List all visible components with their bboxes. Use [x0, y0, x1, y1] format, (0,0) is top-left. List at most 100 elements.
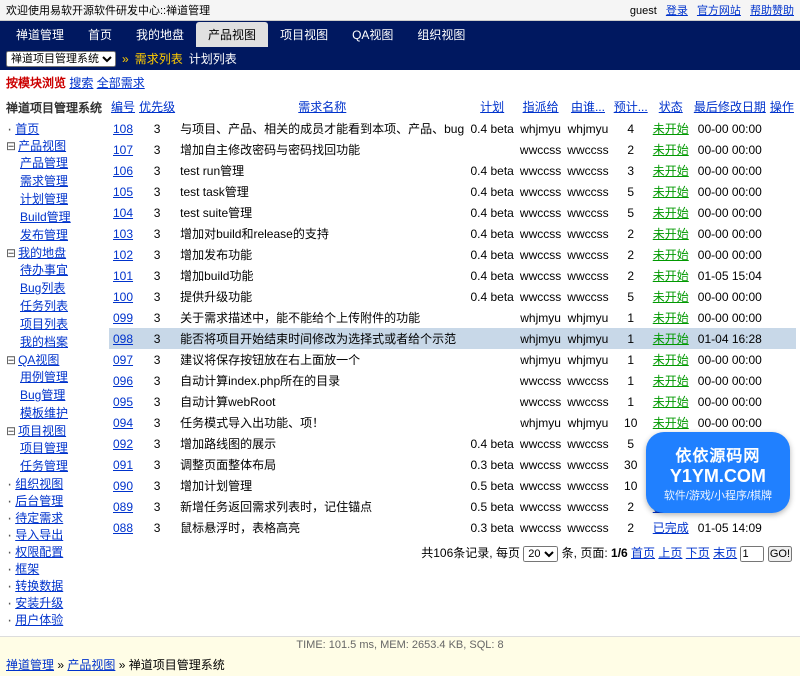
- tree-toggle-icon[interactable]: ·: [6, 495, 13, 509]
- nav-tab-3[interactable]: 产品视图: [196, 22, 268, 47]
- table-row[interactable]: 0973建议将保存按钮放在右上面放一个whjmyuwhjmyu1未开始00-00…: [109, 349, 796, 370]
- side-group-8[interactable]: 导入导出: [15, 528, 63, 542]
- last-page[interactable]: 末页: [713, 546, 737, 560]
- go-button[interactable]: [768, 546, 792, 562]
- tree-toggle-icon[interactable]: ·: [6, 529, 13, 543]
- row-status[interactable]: 未开始: [653, 353, 689, 367]
- row-id[interactable]: 090: [113, 479, 133, 493]
- row-id[interactable]: 092: [113, 437, 133, 451]
- table-row[interactable]: 0993关于需求描述中，能不能给个上传附件的功能whjmyuwhjmyu1未开始…: [109, 307, 796, 328]
- row-title[interactable]: 调整页面整体布局: [177, 454, 467, 475]
- row-status[interactable]: 未开始: [653, 206, 689, 220]
- row-status[interactable]: 未开始: [653, 290, 689, 304]
- row-title[interactable]: 关于需求描述中，能不能给个上传附件的功能: [177, 307, 467, 328]
- row-id[interactable]: 107: [113, 143, 133, 157]
- row-status[interactable]: 未开始: [653, 143, 689, 157]
- col-header-3[interactable]: 计划: [467, 95, 516, 118]
- tree-toggle-icon[interactable]: ·: [6, 546, 13, 560]
- table-row[interactable]: 1043test suite管理0.4 betawwccsswwccss5未开始…: [109, 202, 796, 223]
- row-id[interactable]: 094: [113, 416, 133, 430]
- crumb-2[interactable]: 产品视图: [67, 658, 115, 672]
- table-row[interactable]: 1083与项目、产品、相关的成员才能看到本项、产品、bug0.4 betawhj…: [109, 118, 796, 139]
- row-title[interactable]: 鼠标悬浮时，表格高亮: [177, 517, 467, 538]
- all-link[interactable]: 全部需求: [97, 76, 145, 90]
- row-title[interactable]: 增加路线图的展示: [177, 433, 467, 454]
- side-group-2[interactable]: 我的地盘: [18, 246, 66, 260]
- table-row[interactable]: 0913调整页面整体布局0.3 betawwccsswwccss30已完成01-…: [109, 454, 796, 475]
- subnav-requirements[interactable]: 需求列表: [135, 50, 183, 67]
- row-title[interactable]: 增加build功能: [177, 265, 467, 286]
- table-row[interactable]: 0963自动计算index.php所在的目录wwccsswwccss1未开始00…: [109, 370, 796, 391]
- row-id[interactable]: 106: [113, 164, 133, 178]
- table-row[interactable]: 0953自动计算webRootwwccsswwccss1未开始00-00 00:…: [109, 391, 796, 412]
- side-group-13[interactable]: 用户体验: [15, 613, 63, 627]
- col-header-0[interactable]: 编号: [109, 95, 137, 118]
- row-status[interactable]: 未开始: [653, 185, 689, 199]
- row-status[interactable]: 未开始: [653, 227, 689, 241]
- row-id[interactable]: 099: [113, 311, 133, 325]
- side-group-9[interactable]: 权限配置: [15, 545, 63, 559]
- col-header-5[interactable]: 由谁...: [564, 95, 611, 118]
- row-id[interactable]: 101: [113, 269, 133, 283]
- side-item-2-3[interactable]: 项目列表: [20, 317, 68, 331]
- side-group-10[interactable]: 框架: [15, 562, 39, 576]
- row-status[interactable]: 未开始: [653, 395, 689, 409]
- side-item-4-1[interactable]: 任务管理: [20, 459, 68, 473]
- side-item-1-3[interactable]: Build管理: [20, 210, 71, 224]
- tree-toggle-icon[interactable]: ⊟: [6, 247, 16, 261]
- nav-tab-4[interactable]: 项目视图: [268, 22, 340, 47]
- row-title[interactable]: test suite管理: [177, 202, 467, 223]
- side-group-11[interactable]: 转换数据: [15, 579, 63, 593]
- side-item-3-2[interactable]: 模板维护: [20, 406, 68, 420]
- table-row[interactable]: 1033增加对build和release的支持0.4 betawwccsswwc…: [109, 223, 796, 244]
- table-row[interactable]: 1023增加发布功能0.4 betawwccsswwccss2未开始00-00 …: [109, 244, 796, 265]
- row-id[interactable]: 097: [113, 353, 133, 367]
- official-link[interactable]: 官方网站: [697, 5, 741, 17]
- tree-toggle-icon[interactable]: ⊟: [6, 140, 16, 154]
- col-header-7[interactable]: 状态: [650, 95, 692, 118]
- row-status[interactable]: 未开始: [653, 332, 689, 346]
- side-group-12[interactable]: 安装升级: [15, 596, 63, 610]
- row-status[interactable]: 未开始: [653, 269, 689, 283]
- row-status[interactable]: 未开始: [653, 248, 689, 262]
- first-page[interactable]: 首页: [631, 546, 655, 560]
- side-item-3-0[interactable]: 用例管理: [20, 370, 68, 384]
- row-title[interactable]: 能否将项目开始结束时间修改为选择式或者给个示范: [177, 328, 467, 349]
- table-row[interactable]: 1003提供升级功能0.4 betawwccsswwccss5未开始00-00 …: [109, 286, 796, 307]
- side-group-0[interactable]: 首页: [15, 122, 39, 136]
- tree-toggle-icon[interactable]: ·: [6, 563, 13, 577]
- row-status[interactable]: 已完成: [653, 500, 689, 514]
- row-title[interactable]: 增加计划管理: [177, 475, 467, 496]
- row-id[interactable]: 089: [113, 500, 133, 514]
- table-row[interactable]: 0923增加路线图的展示0.4 betawwccsswwccss5未开始00-0…: [109, 433, 796, 454]
- col-header-9[interactable]: 操作: [768, 95, 796, 118]
- row-title[interactable]: 自动计算webRoot: [177, 391, 467, 412]
- row-title[interactable]: 与项目、产品、相关的成员才能看到本项、产品、bug: [177, 118, 467, 139]
- row-status[interactable]: 未开始: [653, 311, 689, 325]
- col-header-6[interactable]: 预计...: [612, 95, 650, 118]
- side-item-2-2[interactable]: 任务列表: [20, 299, 68, 313]
- row-id[interactable]: 105: [113, 185, 133, 199]
- row-title[interactable]: 任务模式导入出功能、项！: [177, 412, 467, 433]
- table-row[interactable]: 0983能否将项目开始结束时间修改为选择式或者给个示范whjmyuwhjmyu1…: [109, 328, 796, 349]
- side-group-1[interactable]: 产品视图: [18, 139, 66, 153]
- goto-input[interactable]: [740, 546, 764, 562]
- side-group-7[interactable]: 待定需求: [15, 511, 63, 525]
- side-item-2-4[interactable]: 我的档案: [20, 335, 68, 349]
- row-status[interactable]: 未开始: [653, 416, 689, 430]
- tree-toggle-icon[interactable]: ·: [6, 512, 13, 526]
- nav-tab-1[interactable]: 首页: [76, 22, 124, 47]
- side-item-1-0[interactable]: 产品管理: [20, 156, 68, 170]
- tree-toggle-icon[interactable]: ·: [6, 580, 13, 594]
- row-status[interactable]: 已完成: [653, 521, 689, 535]
- tree-toggle-icon[interactable]: ⊟: [6, 425, 16, 439]
- row-status[interactable]: 未开始: [653, 122, 689, 136]
- row-id[interactable]: 103: [113, 227, 133, 241]
- side-group-3[interactable]: QA视图: [18, 353, 59, 367]
- tree-toggle-icon[interactable]: ⊟: [6, 354, 16, 368]
- row-id[interactable]: 102: [113, 248, 133, 262]
- nav-tab-6[interactable]: 组织视图: [405, 22, 477, 47]
- perpage-select[interactable]: 20: [523, 546, 558, 562]
- row-status[interactable]: 已完成: [653, 458, 689, 472]
- row-status[interactable]: 未开始: [653, 164, 689, 178]
